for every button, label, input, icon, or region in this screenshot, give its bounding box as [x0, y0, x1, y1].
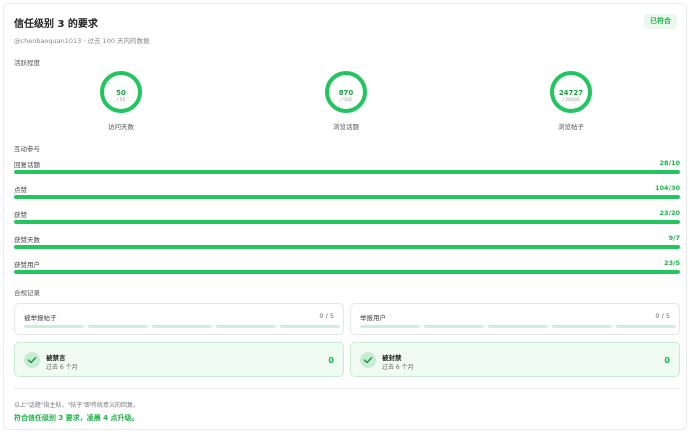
box-count: 0 / 5	[319, 312, 334, 320]
box-title: 被封禁	[382, 354, 402, 362]
progress-track	[14, 220, 680, 224]
box-title: 被举报帖子	[24, 314, 57, 322]
bar-count: 104/30	[655, 184, 680, 192]
segment	[24, 325, 84, 328]
box-title: 举报用户	[360, 314, 386, 322]
flagged-posts-box: 被举报帖子 0 / 5	[14, 303, 344, 335]
segment	[424, 325, 484, 328]
subtitle: @chenbaoquan1013 · 过去 100 天内的数据	[14, 37, 150, 45]
bar-label: 获赞天数	[14, 236, 40, 244]
bar-label: 获赞用户	[14, 261, 40, 269]
gauge-max: / 20000	[562, 98, 580, 103]
bar-count: 23/5	[664, 259, 680, 267]
progress-fill	[14, 220, 680, 224]
progress-track	[14, 270, 680, 274]
segment	[616, 325, 676, 328]
activity-section-label: 活跃程度	[14, 59, 40, 67]
segment-bar	[360, 325, 676, 328]
bar-count: 28/10	[659, 159, 680, 167]
compliance-section-label: 合规记录	[14, 289, 40, 297]
gauge-max: / 50	[116, 98, 126, 103]
check-icon	[24, 352, 40, 368]
divider	[14, 388, 680, 389]
bar-count: 23/20	[659, 209, 680, 217]
gauge-value: 24727	[558, 89, 584, 97]
segment	[488, 325, 548, 328]
bar-count: 9/7	[668, 234, 680, 242]
footnote: 以上"话题"指主帖，"帖子"即传统意义的回复。	[14, 402, 140, 409]
gauge-topics-viewed: 870 / 500 浏览话题	[306, 70, 386, 131]
progress-track	[14, 245, 680, 249]
gauge-label: 浏览话题	[333, 123, 359, 131]
segment	[552, 325, 612, 328]
suspended-box: 被封禁 过去 6 个月 0	[350, 342, 680, 377]
reported-users-box: 举报用户 0 / 5	[350, 303, 680, 335]
interaction-section-label: 互动参与	[14, 145, 40, 153]
box-count: 0 / 5	[655, 312, 670, 320]
gauge-posts-viewed: 24727 / 20000 浏览帖子	[531, 70, 611, 131]
progress-track	[14, 170, 680, 174]
progress-fill	[14, 270, 680, 274]
gauge-visit-days: 50 / 50 访问天数	[81, 70, 161, 131]
box-subtitle: 过去 6 个月	[46, 364, 78, 371]
box-title: 被禁言	[46, 354, 66, 362]
gauge-value: 870	[338, 89, 354, 97]
status-badge: 已符合	[644, 14, 677, 29]
segment	[360, 325, 420, 328]
segment	[152, 325, 212, 328]
trust-level-card: 信任级别 3 的要求 已符合 @chenbaoquan1013 · 过去 100…	[3, 3, 687, 430]
progress-fill	[14, 170, 680, 174]
segment	[280, 325, 340, 328]
progress-fill	[14, 245, 680, 249]
gauge-label: 访问天数	[108, 123, 134, 131]
segment	[88, 325, 148, 328]
segment-bar	[24, 325, 340, 328]
page-title: 信任级别 3 的要求	[14, 19, 98, 30]
gauge-max: / 500	[340, 98, 352, 103]
box-value: 0	[664, 356, 670, 365]
box-subtitle: 过去 6 个月	[382, 364, 414, 371]
progress-fill	[14, 195, 680, 199]
check-icon	[360, 352, 376, 368]
summary-text: 符合信任级别 3 要求，凌晨 4 点升级。	[14, 414, 139, 422]
gauge-label: 浏览帖子	[558, 123, 584, 131]
silenced-box: 被禁言 过去 6 个月 0	[14, 342, 344, 377]
bar-label: 获赞	[14, 211, 27, 219]
box-value: 0	[328, 356, 334, 365]
bar-label: 回复话题	[14, 161, 40, 169]
gauge-value: 50	[116, 89, 126, 97]
segment	[216, 325, 276, 328]
progress-track	[14, 195, 680, 199]
bar-label: 点赞	[14, 186, 27, 194]
